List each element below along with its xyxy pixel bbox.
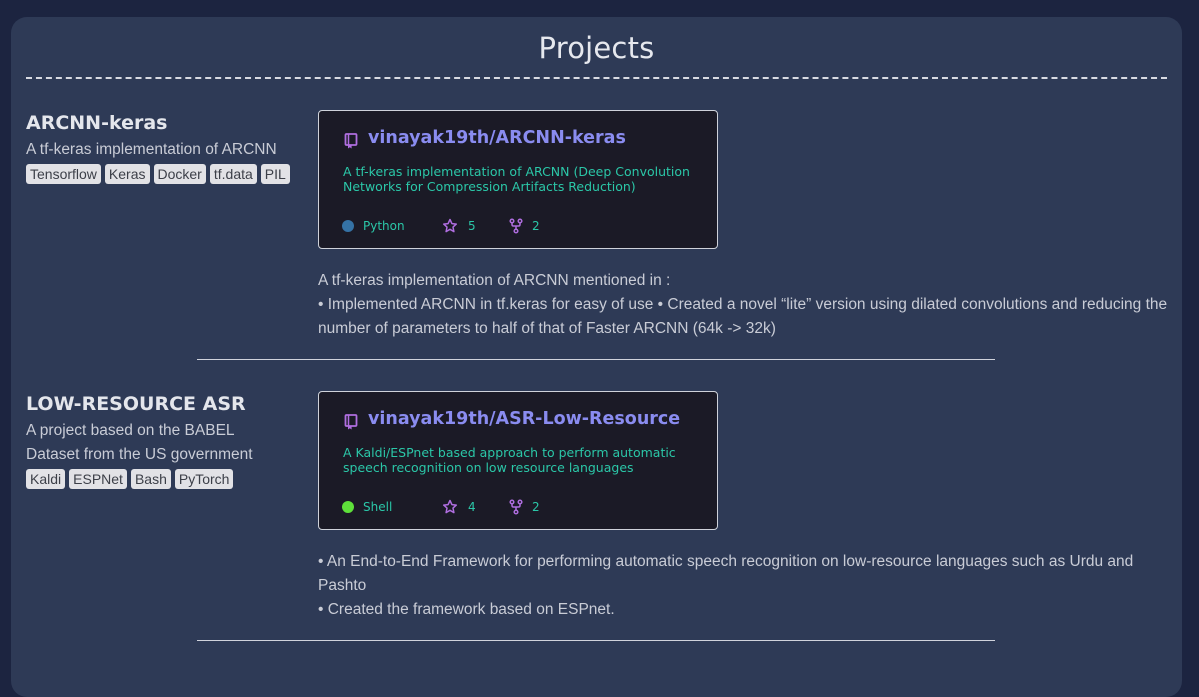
detail-line: • Implemented ARCNN in tf.keras for easy… bbox=[318, 296, 1168, 337]
tag: Tensorflow bbox=[26, 164, 101, 184]
star-count: 5 bbox=[468, 219, 476, 233]
tag-list: Kaldi ESPNet Bash PyTorch bbox=[26, 469, 296, 489]
repo-card[interactable]: vinayak19th/ARCNN-keras A tf-keras imple… bbox=[318, 110, 718, 249]
tag: PyTorch bbox=[174, 469, 234, 489]
language-color-dot bbox=[342, 220, 354, 232]
project-subtitle: A tf-keras implementation of ARCNN bbox=[26, 141, 277, 158]
fork-icon bbox=[509, 499, 523, 515]
repo-icon bbox=[344, 133, 358, 149]
detail-line: • Created the framework based on ESPnet. bbox=[318, 601, 615, 618]
repo-meta: Shell 4 2 bbox=[342, 499, 702, 515]
tag: Bash bbox=[130, 469, 171, 489]
projects-panel: Projects ARCNN-keras A tf-keras implemen… bbox=[11, 17, 1182, 697]
project-name: LOW-RESOURCE ASR bbox=[26, 393, 246, 415]
repo-link[interactable]: vinayak19th/ARCNN-keras bbox=[368, 128, 626, 148]
project-details: • An End-to-End Framework for performing… bbox=[318, 550, 1168, 622]
tag: PIL bbox=[260, 164, 290, 184]
repo-description: A tf-keras implementation of ARCNN (Deep… bbox=[343, 164, 690, 194]
fork-count: 2 bbox=[532, 500, 540, 514]
tag-list: Tensorflow Keras Docker tf.data PIL bbox=[26, 164, 296, 184]
project-subtitle: A project based on the BABEL Dataset fro… bbox=[26, 422, 253, 463]
project-divider bbox=[197, 640, 995, 641]
title-divider bbox=[26, 77, 1167, 79]
tag: ESPNet bbox=[69, 469, 127, 489]
repo-card[interactable]: vinayak19th/ASR-Low-Resource A Kaldi/ESP… bbox=[318, 391, 718, 530]
tag: Docker bbox=[153, 164, 206, 184]
star-icon bbox=[442, 499, 458, 514]
language-color-dot bbox=[342, 501, 354, 513]
repo-description: A Kaldi/ESPnet based approach to perform… bbox=[343, 445, 676, 475]
language-label: Python bbox=[363, 219, 405, 233]
star-count: 4 bbox=[468, 500, 476, 514]
repo-link[interactable]: vinayak19th/ASR-Low-Resource bbox=[368, 409, 680, 429]
project-divider bbox=[197, 359, 995, 360]
tag: Kaldi bbox=[26, 469, 66, 489]
tag: tf.data bbox=[209, 164, 257, 184]
detail-line: • An End-to-End Framework for performing… bbox=[318, 553, 1134, 594]
project-details: A tf-keras implementation of ARCNN menti… bbox=[318, 269, 1168, 341]
repo-meta: Python 5 2 bbox=[342, 218, 702, 234]
fork-count: 2 bbox=[532, 219, 540, 233]
star-icon bbox=[442, 218, 458, 233]
repo-icon bbox=[344, 414, 358, 430]
detail-line: A tf-keras implementation of ARCNN menti… bbox=[318, 272, 671, 289]
tag: Keras bbox=[104, 164, 150, 184]
page-title: Projects bbox=[538, 31, 655, 65]
fork-icon bbox=[509, 218, 523, 234]
language-label: Shell bbox=[363, 500, 393, 514]
project-name: ARCNN-keras bbox=[26, 112, 168, 134]
